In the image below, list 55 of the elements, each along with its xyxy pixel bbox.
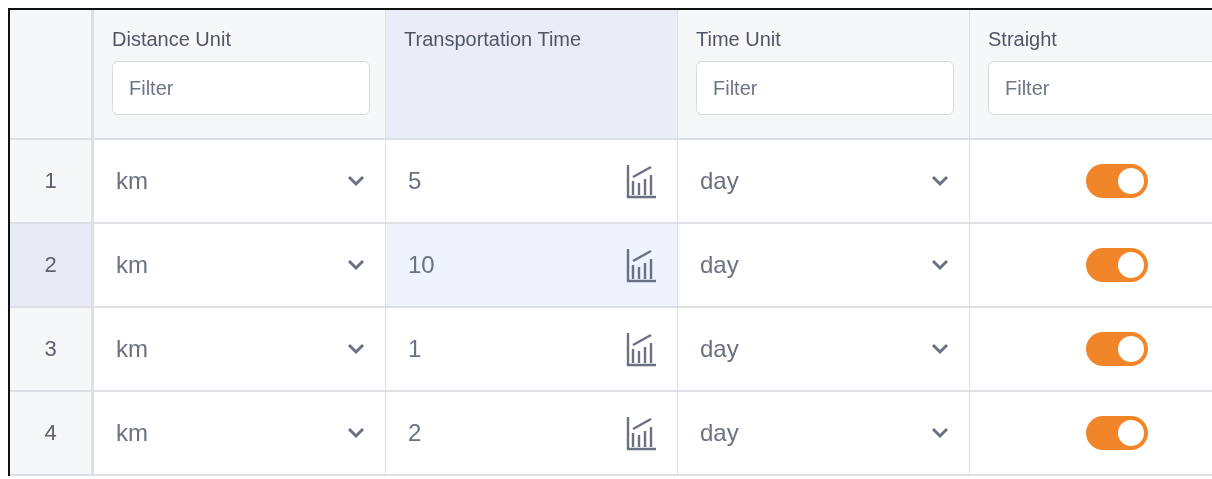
- cell-value: 1: [408, 335, 422, 363]
- column-label: Transportation Time: [404, 28, 582, 51]
- table-cell[interactable]: 10: [386, 224, 678, 308]
- cell-value: km: [116, 335, 148, 363]
- table-cell[interactable]: day: [678, 140, 970, 224]
- toggle-switch[interactable]: [1086, 416, 1148, 450]
- cell-value: 2: [408, 419, 422, 447]
- table-cell[interactable]: 5: [386, 140, 678, 224]
- table-cell[interactable]: km: [94, 392, 386, 476]
- filter-field[interactable]: Filter: [988, 61, 1212, 115]
- cell-value: km: [116, 167, 148, 195]
- column-header[interactable]: Straight Filter: [970, 10, 1212, 140]
- column-label: Time Unit: [696, 28, 781, 51]
- table-cell[interactable]: km: [94, 140, 386, 224]
- row-number[interactable]: 4: [10, 392, 94, 476]
- table-cell[interactable]: day: [678, 224, 970, 308]
- column-label: Distance Unit: [112, 28, 231, 51]
- row-number[interactable]: 1: [10, 140, 94, 224]
- toggle-switch[interactable]: [1086, 332, 1148, 366]
- chevron-down-icon[interactable]: [347, 175, 365, 187]
- column-header[interactable]: Time Unit Filter: [678, 10, 970, 140]
- column-header[interactable]: Distance Unit Filter: [94, 10, 386, 140]
- cell-value: day: [700, 335, 739, 363]
- chevron-down-icon[interactable]: [347, 427, 365, 439]
- filter-field[interactable]: Filter: [112, 61, 370, 115]
- table-cell[interactable]: 2: [386, 392, 678, 476]
- cell-value: day: [700, 251, 739, 279]
- cell-value: km: [116, 251, 148, 279]
- table-cell[interactable]: km: [94, 308, 386, 392]
- bar-chart-icon[interactable]: [625, 331, 657, 367]
- cell-value: day: [700, 419, 739, 447]
- filter-field[interactable]: Filter: [696, 61, 954, 115]
- bar-chart-icon[interactable]: [625, 163, 657, 199]
- chevron-down-icon[interactable]: [931, 175, 949, 187]
- chevron-down-icon[interactable]: [931, 259, 949, 271]
- cell-value: 10: [408, 251, 435, 279]
- cell-value: day: [700, 167, 739, 195]
- bar-chart-icon[interactable]: [625, 415, 657, 451]
- chevron-down-icon[interactable]: [347, 343, 365, 355]
- toggle-switch[interactable]: [1086, 164, 1148, 198]
- table-cell[interactable]: km: [94, 224, 386, 308]
- table-cell[interactable]: 1: [386, 308, 678, 392]
- chevron-down-icon[interactable]: [931, 343, 949, 355]
- chevron-down-icon[interactable]: [931, 427, 949, 439]
- bar-chart-icon[interactable]: [625, 247, 657, 283]
- toggle-switch[interactable]: [1086, 248, 1148, 282]
- table-cell[interactable]: day: [678, 308, 970, 392]
- column-header[interactable]: Transportation Time: [386, 10, 678, 140]
- chevron-down-icon[interactable]: [347, 259, 365, 271]
- table-cell[interactable]: day: [678, 392, 970, 476]
- row-number[interactable]: 2: [10, 224, 94, 308]
- column-label: Straight: [988, 28, 1057, 51]
- row-number[interactable]: 3: [10, 308, 94, 392]
- cell-value: km: [116, 419, 148, 447]
- cell-value: 5: [408, 167, 422, 195]
